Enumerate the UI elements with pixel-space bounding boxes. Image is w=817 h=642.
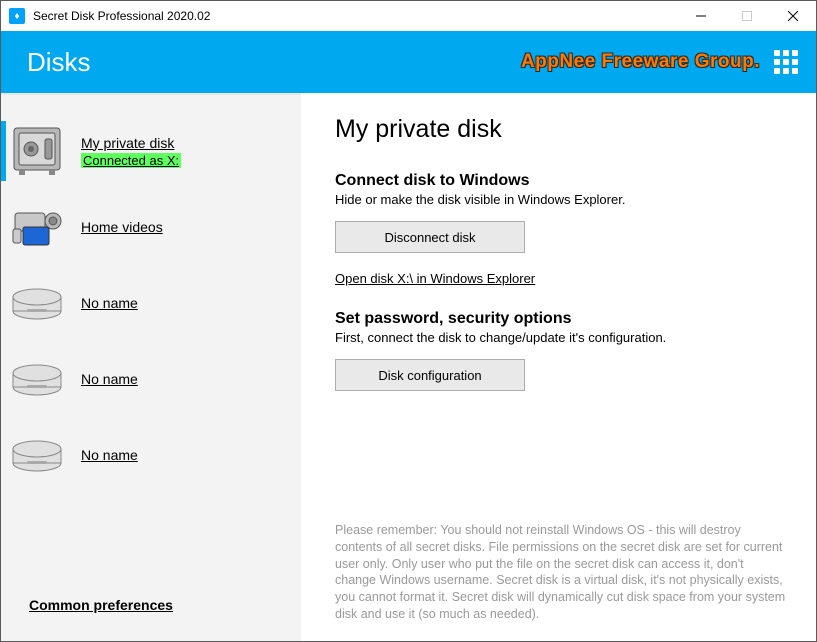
window-controls — [678, 1, 816, 31]
brand-label: AppNee Freeware Group. — [521, 51, 760, 73]
password-section-title: Set password, security options — [335, 310, 788, 328]
open-disk-link[interactable]: Open disk X:\ in Windows Explorer — [335, 271, 788, 286]
app-icon: ♦ — [9, 8, 25, 24]
disk-list: My private disk Connected as X: Home vid… — [1, 113, 301, 597]
main: My private disk Connected as X: Home vid… — [1, 93, 816, 641]
connect-section-title: Connect disk to Windows — [335, 172, 788, 190]
maximize-button[interactable] — [724, 1, 770, 31]
disk-item-label: No name — [81, 371, 138, 387]
disk-item-noname-3[interactable]: No name — [1, 417, 301, 493]
connect-section-sub: Hide or make the disk visible in Windows… — [335, 192, 788, 207]
sidebar: My private disk Connected as X: Home vid… — [1, 93, 301, 641]
disconnect-disk-button[interactable]: Disconnect disk — [335, 221, 525, 253]
disk-item-status: Connected as X: — [81, 153, 181, 168]
disk-item-label: My private disk — [81, 135, 181, 151]
page-title: My private disk — [335, 115, 788, 144]
notice-text: Please remember: You should not reinstal… — [335, 522, 788, 631]
password-section-sub: First, connect the disk to change/update… — [335, 330, 788, 345]
disk-item-label: Home videos — [81, 219, 163, 235]
window-title: Secret Disk Professional 2020.02 — [33, 9, 678, 23]
harddisk-icon — [7, 351, 67, 407]
disk-item-label: No name — [81, 295, 138, 311]
camcorder-icon — [7, 199, 67, 255]
header: Disks AppNee Freeware Group. — [1, 31, 816, 93]
apps-grid-icon[interactable] — [774, 50, 798, 74]
content: My private disk Connect disk to Windows … — [301, 93, 816, 641]
harddisk-icon — [7, 275, 67, 331]
disk-item-label: No name — [81, 447, 138, 463]
titlebar: ♦ Secret Disk Professional 2020.02 — [1, 1, 816, 31]
header-title: Disks — [27, 47, 521, 78]
safe-icon — [7, 123, 67, 179]
disk-item-noname-2[interactable]: No name — [1, 341, 301, 417]
close-button[interactable] — [770, 1, 816, 31]
disk-item-home-videos[interactable]: Home videos — [1, 189, 301, 265]
disk-configuration-button[interactable]: Disk configuration — [335, 359, 525, 391]
minimize-button[interactable] — [678, 1, 724, 31]
disk-item-my-private-disk[interactable]: My private disk Connected as X: — [1, 113, 301, 189]
harddisk-icon — [7, 427, 67, 483]
disk-item-noname-1[interactable]: No name — [1, 265, 301, 341]
common-preferences-link[interactable]: Common preferences — [1, 597, 301, 627]
